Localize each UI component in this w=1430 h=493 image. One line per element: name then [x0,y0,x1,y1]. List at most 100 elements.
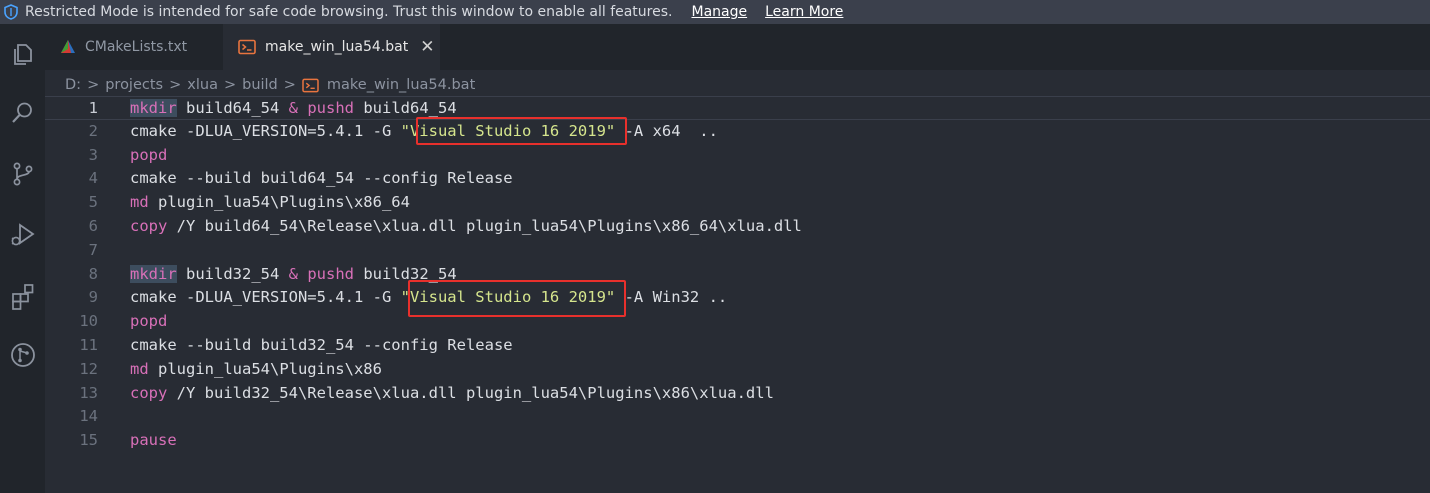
git-graph-icon[interactable] [0,333,45,377]
highlight-box [416,117,627,145]
code-text: copy /Y build64_54\Release\xlua.dll plug… [130,215,802,239]
line-number: 13 [79,383,98,402]
code-line[interactable]: 8 mkdir build32_54 & pushd build32_54 [45,263,1430,287]
code-token: /Y build64_54\Release\xlua.dll plugin_lu… [167,217,802,235]
breadcrumb-separator: > [169,77,182,93]
cmake-icon [60,39,76,55]
code-token: -A x64 .. [615,121,718,140]
code-line[interactable]: 4 cmake --build build64_54 --config Relea… [45,167,1430,191]
close-icon[interactable]: ✕ [420,37,434,57]
source-control-icon[interactable] [0,152,45,196]
code-text: cmake --build build64_54 --config Releas… [130,167,513,191]
run-debug-icon[interactable] [0,213,45,257]
code-token: pause [130,431,177,450]
code-line[interactable]: 6 copy /Y build64_54\Release\xlua.dll plu… [45,215,1430,239]
code-token: copy [130,217,168,235]
learn-more-link[interactable]: Learn More [765,4,843,20]
line-number: 15 [79,431,98,450]
bat-file-icon [302,78,319,93]
code-text: popd [130,310,167,334]
breadcrumb-build[interactable]: build [242,77,278,93]
code-token: md [130,359,149,378]
code-token: pushd [307,99,355,117]
code-line[interactable]: 1 mkdir build64_54 & pushd build64_54 [45,96,1430,120]
line-number: 1 [88,99,98,117]
code-text: md plugin_lua54\Plugins\x86 [130,358,382,382]
code-line[interactable]: 9 cmake -DLUA_VERSION=5.4.1 -G "Visual St… [45,286,1430,310]
code-token: mkdir [130,99,177,117]
code-line[interactable]: 11 cmake --build build32_54 --config Rele… [45,334,1430,358]
code-token: cmake -DLUA_VERSION=5.4.1 -G [130,121,401,140]
code-line[interactable]: 3 popd [45,144,1430,168]
shield-icon [3,4,19,20]
line-number: 6 [88,217,98,235]
code-line[interactable]: 14 [45,405,1430,429]
code-token: copy [130,383,168,402]
code-line[interactable]: 15 pause [45,429,1430,453]
breadcrumb-file[interactable]: make_win_lua54.bat [327,77,475,93]
line-number: 8 [88,264,98,283]
highlight-box [408,280,626,317]
line-number: 14 [79,407,98,426]
code-token: mkdir [130,264,177,283]
code-text: md plugin_lua54\Plugins\x86_64 [130,191,410,215]
code-token: -A Win32 .. [615,288,728,307]
line-number: 9 [88,288,98,307]
bat-file-icon [238,39,256,55]
breadcrumb-projects[interactable]: projects [105,77,163,93]
code-text: popd [130,144,167,168]
code-line[interactable]: 5 md plugin_lua54\Plugins\x86_64 [45,191,1430,215]
code-line[interactable]: 13 copy /Y build32_54\Release\xlua.dll pl… [45,382,1430,406]
breadcrumb-separator: > [283,77,296,93]
manage-link[interactable]: Manage [691,4,747,20]
tab-make-win-lua54-bat[interactable]: make_win_lua54.bat ✕ [223,24,440,70]
banner-message: Restricted Mode is intended for safe cod… [25,4,673,20]
code-token: cmake --build build32_54 --config Releas… [130,336,513,354]
code-token: md [130,193,149,212]
line-number: 4 [88,169,98,188]
code-token: build32_54 [176,264,289,283]
activity-bar [0,24,45,493]
code-token: build64_54 [354,99,457,117]
code-line[interactable]: 12 md plugin_lua54\Plugins\x86 [45,358,1430,382]
restricted-mode-banner: Restricted Mode is intended for safe cod… [0,0,1430,24]
code-token: popd [130,312,168,331]
tab-label: CMakeLists.txt [85,39,188,55]
code-token: popd [130,145,168,164]
code-token: & [288,99,298,117]
line-number: 7 [88,240,98,259]
tab-cmakelists[interactable]: CMakeLists.txt [45,24,222,70]
explorer-icon[interactable] [0,32,45,76]
line-number: 10 [79,312,98,331]
code-text: copy /Y build32_54\Release\xlua.dll plug… [130,382,774,406]
code-text: mkdir build64_54 & pushd build64_54 [130,97,457,121]
breadcrumb-separator: > [87,77,100,93]
code-text: cmake --build build32_54 --config Releas… [130,334,513,358]
code-line[interactable]: 10 popd [45,310,1430,334]
code-token: /Y build32_54\Release\xlua.dll plugin_lu… [167,383,774,402]
code-token: plugin_lua54\Plugins\x86_64 [148,193,410,212]
code-token: build64_54 [176,99,289,117]
code-editor[interactable]: 15 pause 14 13 copy /Y build32_54\Release\xl… [45,96,1430,493]
line-number: 12 [79,359,98,378]
line-number: 2 [88,121,98,140]
code-token: & [288,264,298,283]
tab-bar: CMakeLists.txt make_win_lua54.bat ✕ [45,24,1430,70]
breadcrumb-drive[interactable]: D: [65,77,81,93]
breadcrumb-separator: > [223,77,237,93]
code-line[interactable]: 7 [45,239,1430,263]
line-number: 5 [88,193,98,212]
code-token: pushd [307,264,355,283]
code-token: cmake --build build64_54 --config Releas… [130,169,513,188]
line-number: 3 [88,145,98,164]
extensions-icon[interactable] [0,274,45,318]
search-icon[interactable] [0,91,45,135]
code-text: pause [130,429,177,453]
code-line[interactable]: 2 cmake -DLUA_VERSION=5.4.1 -G "Visual St… [45,120,1430,144]
tab-label: make_win_lua54.bat [265,39,409,55]
breadcrumb-xlua[interactable]: xlua [187,77,218,93]
code-token: cmake -DLUA_VERSION=5.4.1 -G [130,288,401,307]
code-token: plugin_lua54\Plugins\x86 [148,359,382,378]
